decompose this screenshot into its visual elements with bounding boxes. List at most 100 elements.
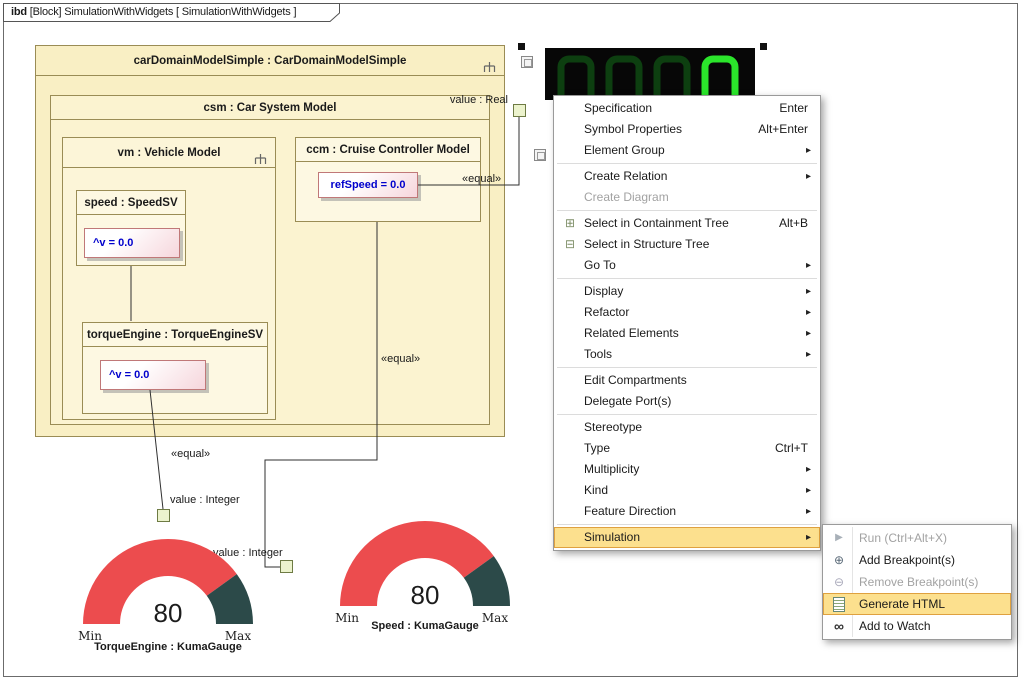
menu-item-label: Feature Direction bbox=[584, 504, 676, 518]
menu-separator bbox=[557, 163, 817, 164]
block-car-system-model-header[interactable]: csm : Car System Model bbox=[51, 96, 489, 120]
chevron-right-icon: ▸ bbox=[806, 140, 811, 161]
torque-gauge-title: TorqueEngine : KumaGauge bbox=[73, 641, 263, 653]
remove-breakpoint-icon: ⊖ bbox=[830, 571, 848, 593]
equal-stereotype-label[interactable]: «equal» bbox=[462, 173, 501, 185]
menu-item-stereotype[interactable]: Stereotype bbox=[554, 417, 820, 438]
chevron-right-icon: ▸ bbox=[806, 527, 811, 548]
menu-item-label: Type bbox=[584, 441, 610, 455]
menu-item-specification[interactable]: Specification Enter bbox=[554, 98, 820, 119]
menu-item-edit-compartments[interactable]: Edit Compartments bbox=[554, 370, 820, 391]
seven-segment-display-widget[interactable] bbox=[545, 48, 755, 100]
submenu-item-add-to-watch[interactable]: ∞ Add to Watch bbox=[823, 615, 1011, 637]
menu-item-type[interactable]: Type Ctrl+T bbox=[554, 438, 820, 459]
structure-rake-icon bbox=[254, 154, 267, 165]
torque-value-box[interactable]: ^v = 0.0 bbox=[100, 360, 206, 390]
block-cruise-controller-model-title: ccm : Cruise Controller Model bbox=[306, 144, 470, 156]
block-car-domain-model-title: carDomainModelSimple : CarDomainModelSim… bbox=[134, 55, 407, 67]
chevron-right-icon: ▸ bbox=[806, 501, 811, 522]
equal-stereotype-label[interactable]: «equal» bbox=[381, 353, 420, 365]
menu-item-create-diagram: Create Diagram bbox=[554, 187, 820, 208]
block-car-system-model-title: csm : Car System Model bbox=[204, 102, 337, 114]
submenu-item-label: Add to Watch bbox=[859, 619, 931, 633]
block-car-domain-model-header[interactable]: carDomainModelSimple : CarDomainModelSim… bbox=[36, 46, 504, 76]
selection-handle[interactable] bbox=[760, 43, 767, 50]
menu-item-label: Edit Compartments bbox=[584, 373, 687, 387]
menu-item-label: Stereotype bbox=[584, 420, 642, 434]
chevron-right-icon: ▸ bbox=[806, 323, 811, 344]
menu-item-element-group[interactable]: Element Group ▸ bbox=[554, 140, 820, 161]
menu-item-related-elements[interactable]: Related Elements ▸ bbox=[554, 323, 820, 344]
menu-item-multiplicity[interactable]: Multiplicity ▸ bbox=[554, 459, 820, 480]
menu-separator bbox=[557, 414, 817, 415]
menu-item-label: Select in Structure Tree bbox=[584, 237, 709, 251]
submenu-item-run: ▶ Run (Ctrl+Alt+X) bbox=[823, 527, 1011, 549]
submenu-item-label: Generate HTML bbox=[859, 597, 945, 611]
menu-item-delegate-ports[interactable]: Delegate Port(s) bbox=[554, 391, 820, 412]
chevron-right-icon: ▸ bbox=[806, 302, 811, 323]
menu-item-label: Go To bbox=[584, 258, 616, 272]
menu-item-label: Simulation bbox=[584, 530, 640, 544]
block-torque-engine-sv-header[interactable]: torqueEngine : TorqueEngineSV bbox=[83, 323, 267, 347]
speed-gauge-widget[interactable]: 80 Min Max bbox=[330, 514, 520, 626]
menu-item-tools[interactable]: Tools ▸ bbox=[554, 344, 820, 365]
port-label-value-integer-torque[interactable]: value : Integer bbox=[170, 494, 240, 506]
menu-item-simulation[interactable]: Simulation ▸ bbox=[554, 527, 820, 548]
menu-item-create-relation[interactable]: Create Relation ▸ bbox=[554, 166, 820, 187]
speed-value-box[interactable]: ^v = 0.0 bbox=[84, 228, 180, 258]
block-cruise-controller-model-header[interactable]: ccm : Cruise Controller Model bbox=[296, 138, 480, 162]
submenu-item-label: Add Breakpoint(s) bbox=[859, 553, 955, 567]
containment-tree-icon: ⊞ bbox=[562, 213, 578, 234]
port-label-value-real[interactable]: value : Real bbox=[436, 94, 508, 106]
run-icon: ▶ bbox=[830, 527, 848, 549]
speed-gauge-title: Speed : KumaGauge bbox=[330, 620, 520, 632]
chevron-right-icon: ▸ bbox=[806, 166, 811, 187]
port-value-integer-speed[interactable] bbox=[280, 560, 293, 573]
submenu-item-add-breakpoints[interactable]: ⊕ Add Breakpoint(s) bbox=[823, 549, 1011, 571]
submenu-item-label: Remove Breakpoint(s) bbox=[859, 575, 978, 589]
port-value-integer-torque[interactable] bbox=[157, 509, 170, 522]
block-speed-sv-header[interactable]: speed : SpeedSV bbox=[77, 191, 185, 215]
smart-manipulator-icon[interactable] bbox=[521, 56, 533, 68]
menu-item-display[interactable]: Display ▸ bbox=[554, 281, 820, 302]
menu-shortcut: Alt+Enter bbox=[758, 119, 808, 140]
menu-item-refactor[interactable]: Refactor ▸ bbox=[554, 302, 820, 323]
structure-tree-icon: ⊟ bbox=[562, 234, 578, 255]
menu-item-label: Kind bbox=[584, 483, 608, 497]
menu-item-go-to[interactable]: Go To ▸ bbox=[554, 255, 820, 276]
context-menu: Specification Enter Symbol Properties Al… bbox=[553, 95, 821, 551]
submenu-item-generate-html[interactable]: Generate HTML bbox=[823, 593, 1011, 615]
menu-item-feature-direction[interactable]: Feature Direction ▸ bbox=[554, 501, 820, 522]
menu-item-label: Element Group bbox=[584, 143, 665, 157]
menu-item-label: Multiplicity bbox=[584, 462, 639, 476]
block-vehicle-model-header[interactable]: vm : Vehicle Model bbox=[63, 138, 275, 168]
port-manipulator-icon[interactable] bbox=[534, 149, 546, 161]
menu-item-symbol-properties[interactable]: Symbol Properties Alt+Enter bbox=[554, 119, 820, 140]
diagram-name-label: [Block] SimulationWithWidgets [ Simulati… bbox=[27, 6, 296, 18]
chevron-right-icon: ▸ bbox=[806, 281, 811, 302]
selection-handle[interactable] bbox=[518, 43, 525, 50]
menu-item-select-in-structure-tree[interactable]: ⊟ Select in Structure Tree bbox=[554, 234, 820, 255]
port-value-real[interactable] bbox=[513, 104, 526, 117]
torque-gauge-widget[interactable]: 80 Min Max bbox=[73, 532, 263, 644]
menu-item-label: Symbol Properties bbox=[584, 122, 682, 136]
menu-separator bbox=[557, 367, 817, 368]
block-vehicle-model-title: vm : Vehicle Model bbox=[118, 147, 221, 159]
equal-stereotype-label[interactable]: «equal» bbox=[171, 448, 210, 460]
diagram-tab[interactable]: ibd [Block] SimulationWithWidgets [ Simu… bbox=[11, 6, 296, 18]
menu-separator bbox=[557, 210, 817, 211]
menu-separator bbox=[557, 524, 817, 525]
menu-item-label: Select in Containment Tree bbox=[584, 216, 729, 230]
ref-speed-value-box[interactable]: refSpeed = 0.0 bbox=[318, 172, 418, 198]
menu-item-label: Refactor bbox=[584, 305, 629, 319]
generate-html-icon bbox=[833, 597, 845, 612]
watch-glasses-icon: ∞ bbox=[830, 615, 848, 637]
torque-value-label: ^v = 0.0 bbox=[109, 369, 149, 381]
menu-item-kind[interactable]: Kind ▸ bbox=[554, 480, 820, 501]
diagram-kind-label: ibd bbox=[11, 6, 27, 18]
menu-shortcut: Enter bbox=[779, 98, 808, 119]
block-speed-sv-title: speed : SpeedSV bbox=[84, 197, 177, 209]
menu-item-label: Specification bbox=[584, 101, 652, 115]
menu-item-select-in-containment-tree[interactable]: ⊞ Select in Containment Tree Alt+B bbox=[554, 213, 820, 234]
menu-item-label: Display bbox=[584, 284, 623, 298]
